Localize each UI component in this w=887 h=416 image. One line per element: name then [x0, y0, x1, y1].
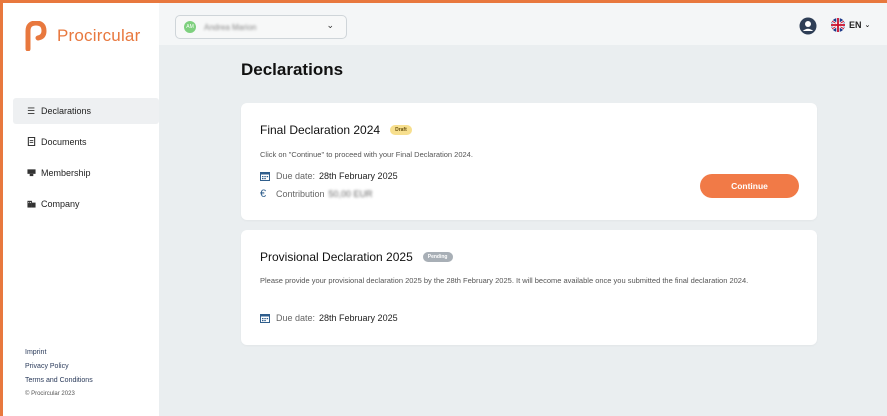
user-avatar: AM [184, 21, 196, 33]
due-date-label: Due date: [276, 171, 316, 181]
language-code: EN [849, 20, 862, 30]
calendar-icon [260, 314, 270, 323]
procircular-logo-icon [25, 21, 47, 51]
main-content: AM Andrea Marion ⌄ EN ⌄ Declarations Fin… [159, 3, 887, 416]
due-date-row: Due date: 28th February 2025 [260, 313, 398, 323]
building-icon [27, 199, 39, 210]
contribution-row: € Contribution 50,00 EUR [260, 188, 373, 200]
euro-icon: € [260, 188, 267, 200]
provisional-declaration-card: Provisional Declaration 2025 Pending Ple… [241, 230, 817, 345]
privacy-policy-link[interactable]: Privacy Policy [25, 363, 93, 370]
status-badge: Pending [422, 252, 453, 262]
card-title-text: Provisional Declaration 2025 [260, 250, 413, 264]
imprint-link[interactable]: Imprint [25, 349, 93, 356]
top-bar: AM Andrea Marion ⌄ EN ⌄ [159, 3, 887, 45]
sidebar-item-membership[interactable]: Membership [13, 160, 159, 186]
language-selector[interactable]: EN ⌄ [831, 18, 870, 32]
status-badge: Draft [390, 125, 412, 135]
due-date-value: 28th February 2025 [319, 313, 398, 323]
sidebar-footer: Imprint Privacy Policy Terms and Conditi… [25, 349, 93, 397]
account-icon[interactable] [799, 17, 817, 35]
card-title: Provisional Declaration 2025 Pending [260, 250, 453, 264]
document-icon [27, 136, 39, 148]
contribution-label: Contribution [276, 189, 325, 199]
card-title-text: Final Declaration 2024 [260, 123, 381, 137]
due-date-label: Due date: [276, 313, 316, 323]
list-icon: ☰ [27, 105, 36, 116]
card-description: Click on "Continue" to proceed with your… [260, 150, 473, 159]
sidebar-item-label: Membership [41, 168, 91, 178]
id-card-icon [27, 168, 39, 179]
terms-link[interactable]: Terms and Conditions [25, 377, 93, 384]
user-name: Andrea Marion [204, 22, 257, 32]
calendar-icon [260, 172, 270, 181]
due-date-value: 28th February 2025 [319, 171, 398, 181]
sidebar-nav: ☰ Declarations Documents Membership Comp… [13, 98, 159, 222]
continue-button[interactable]: Continue [700, 174, 799, 198]
due-date-row: Due date: 28th February 2025 [260, 171, 398, 181]
chevron-down-icon: ⌄ [326, 20, 334, 30]
sidebar-item-documents[interactable]: Documents [13, 129, 159, 155]
user-select[interactable]: AM Andrea Marion ⌄ [175, 15, 347, 39]
sidebar-item-company[interactable]: Company [13, 191, 159, 217]
sidebar-item-label: Company [41, 199, 80, 209]
page-title: Declarations [241, 60, 344, 79]
final-declaration-card: Final Declaration 2024 Draft Click on "C… [241, 103, 817, 220]
sidebar: Procircular ☰ Declarations Documents Mem… [3, 3, 159, 416]
card-description: Please provide your provisional declarat… [260, 276, 749, 285]
card-title: Final Declaration 2024 Draft [260, 123, 412, 137]
copyright: © Procircular 2023 [25, 391, 75, 397]
uk-flag-icon [831, 18, 845, 32]
chevron-down-icon: ⌄ [864, 22, 871, 29]
logo[interactable]: Procircular [25, 21, 140, 51]
brand-name: Procircular [57, 26, 141, 45]
contribution-value: 50,00 EUR [328, 189, 373, 199]
sidebar-item-declarations[interactable]: ☰ Declarations [13, 98, 159, 124]
sidebar-item-label: Documents [41, 137, 87, 147]
sidebar-item-label: Declarations [41, 106, 92, 116]
